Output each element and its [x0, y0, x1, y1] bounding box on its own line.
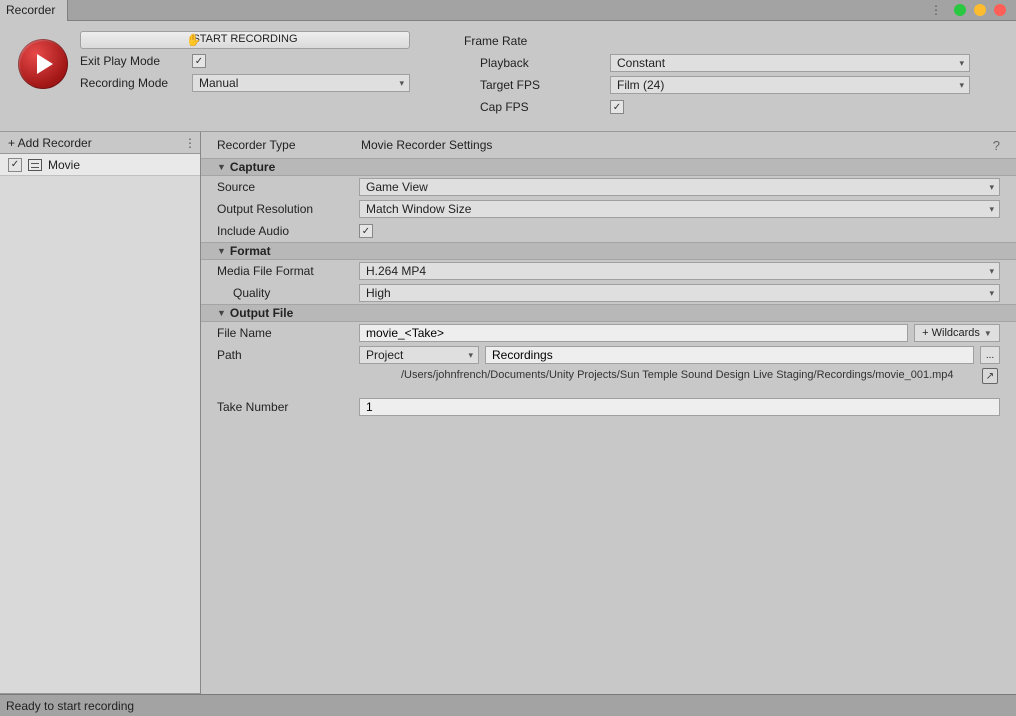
recorder-item-movie[interactable]: ✓ Movie	[0, 154, 200, 176]
file-name-label: File Name	[217, 326, 359, 340]
path-label: Path	[217, 348, 353, 362]
movie-icon	[28, 159, 42, 171]
path-subdir-input[interactable]	[485, 346, 974, 364]
path-base-dropdown[interactable]: Project	[359, 346, 479, 364]
browse-button[interactable]: ...	[980, 346, 1000, 364]
recorder-item-label: Movie	[48, 158, 80, 172]
status-bar: Ready to start recording	[0, 694, 1016, 716]
file-name-input[interactable]	[359, 324, 908, 342]
header-panel: START RECORDING ✋ Exit Play Mode ✓ Recor…	[0, 21, 1016, 132]
target-fps-value: Film (24)	[617, 78, 664, 92]
foldout-output-file[interactable]: ▼ Output File	[201, 304, 1016, 322]
sidebar-menu-icon[interactable]: ⋮	[184, 136, 194, 150]
browse-label: ...	[986, 350, 994, 361]
source-dropdown[interactable]: Game View	[359, 178, 1000, 196]
start-recording-button[interactable]: START RECORDING ✋	[80, 31, 410, 49]
playback-value: Constant	[617, 56, 665, 70]
playback-dropdown[interactable]: Constant	[610, 54, 970, 72]
exit-play-mode-label: Exit Play Mode	[80, 54, 192, 68]
full-path-text: /Users/johnfrench/Documents/Unity Projec…	[361, 368, 982, 383]
foldout-format-label: Format	[230, 244, 271, 258]
output-resolution-label: Output Resolution	[217, 202, 359, 216]
include-audio-checkbox[interactable]: ✓	[359, 224, 373, 238]
target-fps-dropdown[interactable]: Film (24)	[610, 76, 970, 94]
main-split: + Add Recorder ⋮ ✓ Movie Recorder Type M…	[0, 132, 1016, 694]
help-icon[interactable]: ?	[993, 138, 1000, 153]
quality-label: Quality	[217, 286, 359, 300]
take-number-input[interactable]	[359, 398, 1000, 416]
chevron-down-icon: ▼	[217, 246, 226, 256]
recorder-list: ✓ Movie	[0, 154, 200, 694]
window-controls: ⋮	[930, 3, 1016, 17]
foldout-output-file-label: Output File	[230, 306, 293, 320]
status-text: Ready to start recording	[6, 699, 134, 713]
output-resolution-value: Match Window Size	[366, 202, 471, 216]
header-left-group: START RECORDING ✋ Exit Play Mode ✓ Recor…	[80, 31, 410, 93]
quality-value: High	[366, 286, 391, 300]
recorder-type-value: Movie Recorder Settings	[361, 138, 492, 152]
playback-label: Playback	[464, 56, 610, 70]
play-button[interactable]	[18, 39, 68, 89]
source-value: Game View	[366, 180, 428, 194]
header-right-group: Frame Rate Playback Constant Target FPS …	[464, 31, 970, 117]
window-title: Recorder	[6, 3, 55, 17]
sidebar: + Add Recorder ⋮ ✓ Movie	[0, 132, 201, 694]
recording-mode-dropdown[interactable]: Manual	[192, 74, 410, 92]
add-recorder-button[interactable]: + Add Recorder	[8, 136, 92, 150]
start-recording-label: START RECORDING	[192, 33, 297, 45]
sidebar-header: + Add Recorder ⋮	[0, 132, 200, 154]
frame-rate-label: Frame Rate	[464, 34, 527, 48]
chevron-down-icon: ▼	[217, 162, 226, 172]
inspector: Recorder Type Movie Recorder Settings ? …	[201, 132, 1016, 694]
window-menu-icon[interactable]: ⋮	[930, 3, 940, 17]
quality-dropdown[interactable]: High	[359, 284, 1000, 302]
exit-play-mode-checkbox[interactable]: ✓	[192, 54, 206, 68]
maximize-dot[interactable]	[974, 4, 986, 16]
source-label: Source	[217, 180, 359, 194]
chevron-down-icon: ▼	[984, 329, 992, 338]
wildcards-label: + Wildcards	[922, 327, 980, 339]
media-file-format-dropdown[interactable]: H.264 MP4	[359, 262, 1000, 280]
media-file-format-value: H.264 MP4	[366, 264, 426, 278]
output-resolution-dropdown[interactable]: Match Window Size	[359, 200, 1000, 218]
full-path-readout-row: /Users/johnfrench/Documents/Unity Projec…	[201, 366, 1016, 386]
target-fps-label: Target FPS	[464, 78, 610, 92]
recorder-item-checkbox[interactable]: ✓	[8, 158, 22, 172]
recorder-type-label: Recorder Type	[217, 138, 361, 152]
close-dot[interactable]	[994, 4, 1006, 16]
foldout-format[interactable]: ▼ Format	[201, 242, 1016, 260]
open-folder-icon[interactable]: ↗	[982, 368, 998, 384]
foldout-capture-label: Capture	[230, 160, 275, 174]
wildcards-button[interactable]: + Wildcards ▼	[914, 324, 1000, 342]
play-icon	[37, 54, 53, 74]
include-audio-label: Include Audio	[217, 224, 359, 238]
title-bar: Recorder ⋮	[0, 0, 1016, 21]
minimize-dot[interactable]	[954, 4, 966, 16]
chevron-down-icon: ▼	[217, 308, 226, 318]
inspector-header-row: Recorder Type Movie Recorder Settings ?	[201, 132, 1016, 158]
cap-fps-label: Cap FPS	[464, 100, 610, 114]
foldout-capture[interactable]: ▼ Capture	[201, 158, 1016, 176]
window-tab[interactable]: Recorder	[0, 0, 68, 21]
cap-fps-checkbox[interactable]: ✓	[610, 100, 624, 114]
media-file-format-label: Media File Format	[217, 264, 359, 278]
recording-mode-value: Manual	[199, 76, 238, 90]
recording-mode-label: Recording Mode	[80, 76, 192, 90]
path-base-value: Project	[366, 348, 403, 362]
take-number-label: Take Number	[217, 400, 359, 414]
